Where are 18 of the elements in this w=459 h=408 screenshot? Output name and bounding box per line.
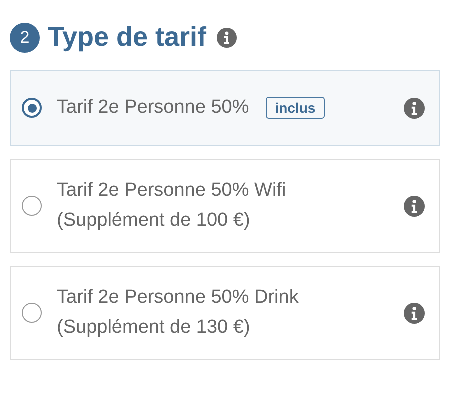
info-icon[interactable] [216, 28, 237, 48]
radio-button[interactable] [22, 303, 42, 323]
included-badge: inclus [266, 97, 325, 119]
info-icon[interactable] [404, 98, 425, 118]
info-icon[interactable] [404, 196, 425, 216]
radio-button[interactable] [22, 196, 42, 216]
radio-button[interactable] [22, 98, 42, 118]
rate-option[interactable]: Tarif 2e Personne 50% inclus [10, 70, 440, 146]
option-note: (Supplément de 100 €) [57, 209, 252, 233]
section-title: Type de tarif [48, 22, 207, 53]
step-number: 2 [10, 22, 40, 52]
option-label: Tarif 2e Personne 50% Wifi [57, 179, 286, 203]
option-label: Tarif 2e Personne 50% Drink [57, 286, 299, 310]
option-label: Tarif 2e Personne 50% [57, 96, 250, 120]
option-note: (Supplément de 130 €) [57, 316, 252, 340]
rate-option[interactable]: Tarif 2e Personne 50% Wifi (Supplément de 100 €) [10, 159, 440, 253]
info-icon[interactable] [404, 302, 425, 324]
rate-option[interactable]: Tarif 2e Personne 50% Drink (Supplément de 130 €) [10, 266, 440, 360]
